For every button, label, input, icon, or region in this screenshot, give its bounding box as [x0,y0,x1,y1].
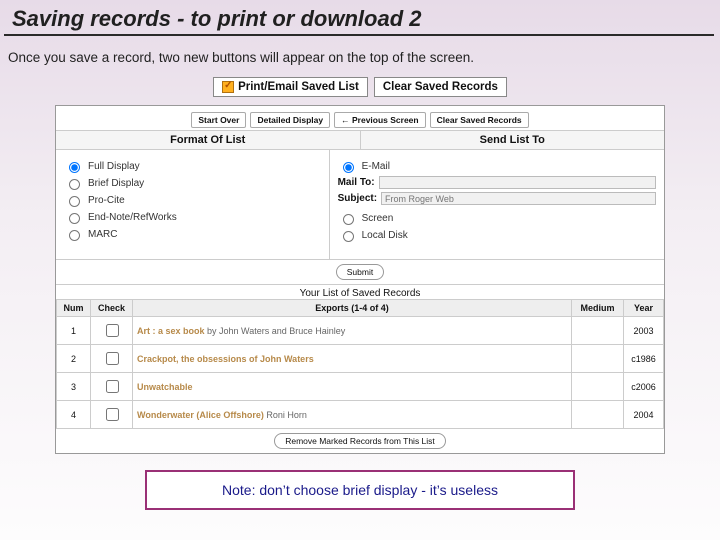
mail-to-input[interactable] [379,176,656,189]
record-byline: Roni Horn [264,410,307,420]
clear-saved-mini-button[interactable]: Clear Saved Records [430,112,529,128]
row-year: c1986 [624,345,664,373]
page-title: Saving records - to print or download 2 [4,0,714,36]
format-full-label: Full Display [88,161,140,172]
format-header: Format Of List [56,131,361,150]
clear-saved-label: Clear Saved Records [383,81,498,93]
remove-marked-button[interactable]: Remove Marked Records from This List [274,433,446,449]
submit-row: Submit [56,260,664,284]
format-endnote-radio[interactable] [69,213,80,224]
submit-button[interactable]: Submit [336,264,384,280]
print-email-label: Print/Email Saved List [238,81,359,93]
mail-to-label: Mail To: [338,177,375,188]
row-num: 2 [57,345,91,373]
print-email-button[interactable]: Print/Email Saved List [213,77,368,97]
format-marc-label: MARC [88,229,117,240]
format-marc-radio[interactable] [69,230,80,241]
table-row: 4 Wonderwater (Alice Offshore) Roni Horn… [57,401,664,429]
send-column: E-Mail Mail To: Subject: Screen Local Di… [330,150,664,259]
table-row: 3 Unwatchable c2006 [57,373,664,401]
row-medium [572,401,624,429]
two-col-body: Full Display Brief Display Pro-Cite End-… [56,150,664,260]
send-screen-label: Screen [362,213,394,224]
row-check[interactable] [106,324,119,337]
row-year: 2003 [624,317,664,345]
col-check: Check [91,300,133,317]
record-byline: by John Waters and Bruce Hainley [205,326,346,336]
send-email-radio[interactable] [343,162,354,173]
send-screen-radio[interactable] [343,214,354,225]
detailed-display-button[interactable]: Detailed Display [250,112,330,128]
send-header: Send List To [361,131,665,150]
row-check[interactable] [106,380,119,393]
main-panel: Start Over Detailed Display ← Previous S… [55,105,665,454]
record-link[interactable]: Unwatchable [137,382,193,392]
check-icon [222,81,234,93]
mini-toolbar: Start Over Detailed Display ← Previous S… [56,106,664,130]
row-medium [572,345,624,373]
record-link[interactable]: Wonderwater (Alice Offshore) [137,410,264,420]
row-medium [572,317,624,345]
row-check[interactable] [106,408,119,421]
row-year: 2004 [624,401,664,429]
note-box: Note: don’t choose brief display - it’s … [145,470,575,510]
row-medium [572,373,624,401]
send-local-radio[interactable] [343,231,354,242]
saved-records-title: Your List of Saved Records [56,285,664,299]
format-procite-label: Pro-Cite [88,195,125,206]
row-num: 3 [57,373,91,401]
col-exports: Exports (1-4 of 4) [133,300,572,317]
records-table: Num Check Exports (1-4 of 4) Medium Year… [56,299,664,429]
format-procite-radio[interactable] [69,196,80,207]
send-email-label: E-Mail [362,161,390,172]
remove-row: Remove Marked Records from This List [56,429,664,453]
format-brief-label: Brief Display [88,178,144,189]
top-button-row: Print/Email Saved List Clear Saved Recor… [0,77,720,97]
format-brief-radio[interactable] [69,179,80,190]
row-year: c2006 [624,373,664,401]
format-endnote-label: End-Note/RefWorks [88,212,177,223]
subject-input[interactable] [381,192,656,205]
clear-saved-button[interactable]: Clear Saved Records [374,77,507,97]
table-row: 1 Art : a sex book by John Waters and Br… [57,317,664,345]
col-num: Num [57,300,91,317]
row-num: 4 [57,401,91,429]
previous-screen-button[interactable]: ← Previous Screen [334,112,425,128]
intro-text: Once you save a record, two new buttons … [0,36,720,73]
row-num: 1 [57,317,91,345]
two-col-header: Format Of List Send List To [56,130,664,150]
record-link[interactable]: Art : a sex book [137,326,205,336]
format-column: Full Display Brief Display Pro-Cite End-… [56,150,330,259]
table-row: 2 Crackpot, the obsessions of John Water… [57,345,664,373]
row-check[interactable] [106,352,119,365]
col-year: Year [624,300,664,317]
col-medium: Medium [572,300,624,317]
send-local-label: Local Disk [362,230,408,241]
subject-label: Subject: [338,193,377,204]
format-full-radio[interactable] [69,162,80,173]
record-link[interactable]: Crackpot, the obsessions of John Waters [137,354,314,364]
start-over-button[interactable]: Start Over [191,112,246,128]
